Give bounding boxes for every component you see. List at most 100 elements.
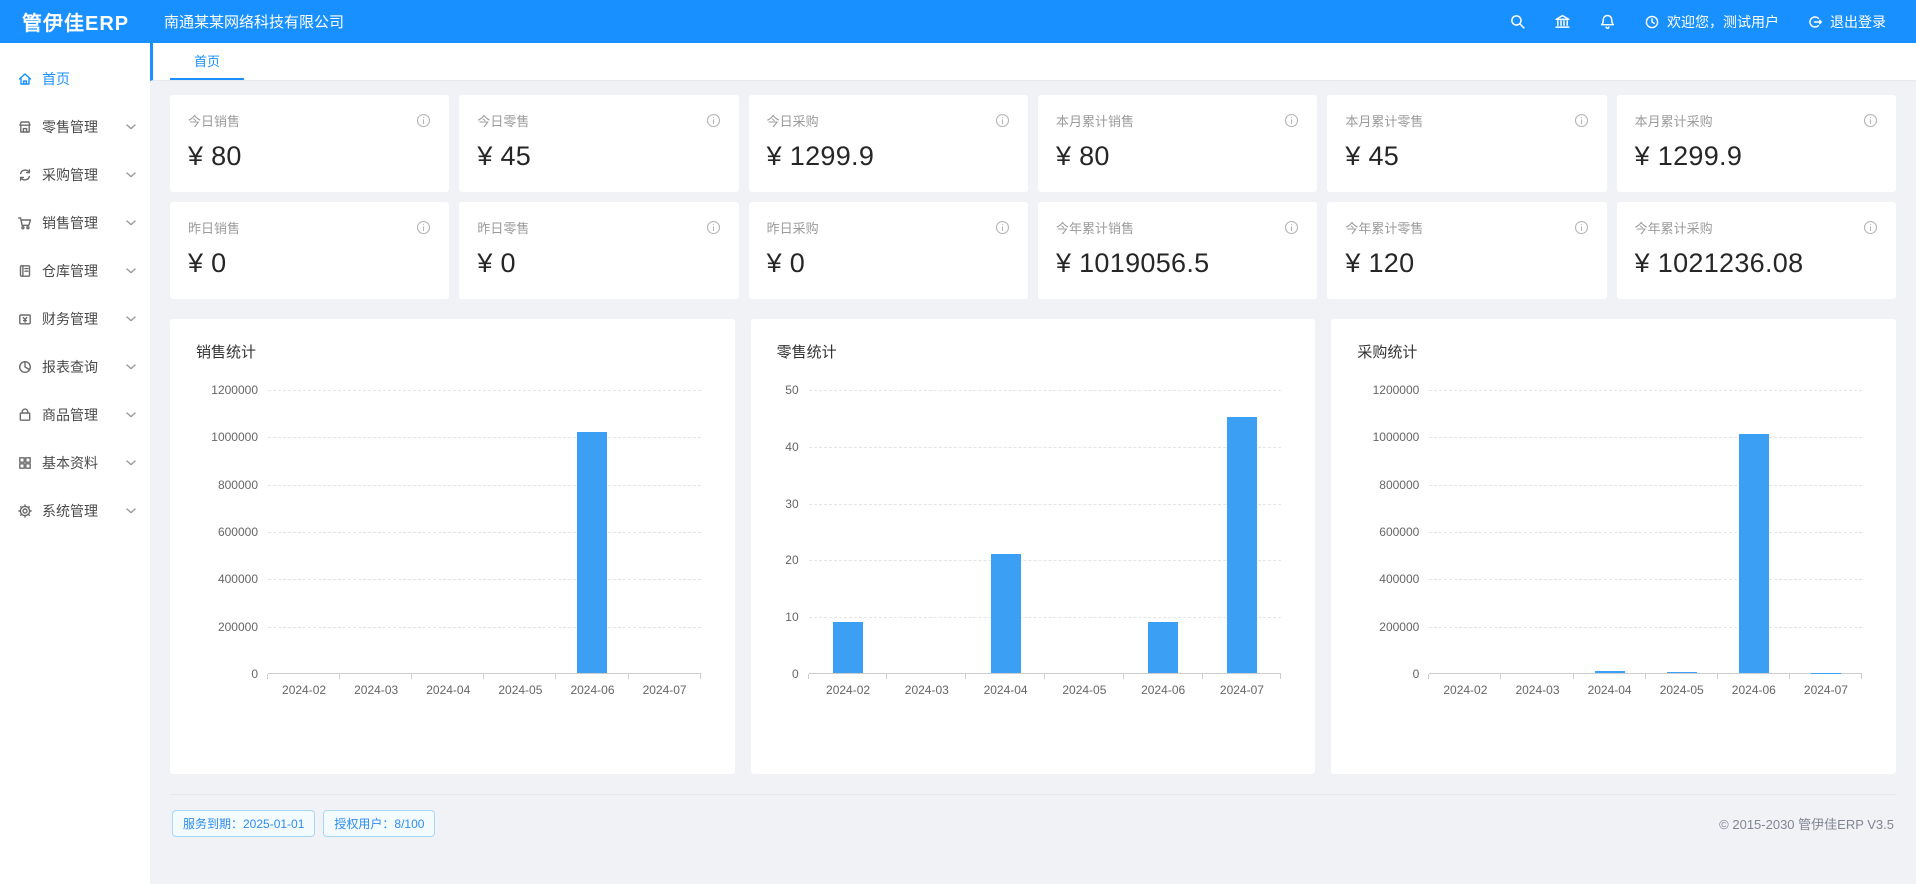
gridline (1429, 485, 1862, 486)
y-axis-tick-label: 0 (777, 666, 799, 682)
x-axis-line (268, 673, 701, 674)
gear-icon (17, 503, 33, 519)
x-axis-label: 2024-03 (882, 683, 972, 697)
stat-value: ¥ 120 (1345, 248, 1588, 279)
stat-label: 今日采购 (767, 111, 819, 130)
bar-2024-05 (1667, 672, 1697, 673)
stat-label: 今日零售 (477, 111, 529, 130)
stat-card-head: 今年累计销售 (1056, 218, 1299, 237)
info-icon[interactable] (995, 113, 1010, 128)
sidebar-item-retail[interactable]: 零售管理 (0, 103, 150, 151)
x-axis-tick (965, 674, 966, 679)
bank-icon[interactable] (1554, 13, 1571, 30)
stat-label: 今年累计销售 (1056, 218, 1134, 237)
x-axis-tick (700, 674, 701, 679)
stat-label: 昨日零售 (477, 218, 529, 237)
sidebar-item-basic[interactable]: 基本资料 (0, 439, 150, 487)
info-icon[interactable] (1863, 113, 1878, 128)
y-axis-tick-label: 800000 (196, 477, 258, 493)
stat-card: 今日销售¥ 80 (170, 95, 449, 192)
x-axis-tick (886, 674, 887, 679)
info-icon[interactable] (706, 220, 721, 235)
stat-card: 今日采购 ¥ 1299.9 (749, 95, 1028, 192)
y-axis-tick-label: 30 (777, 496, 799, 512)
main-area: 首页 今日销售¥ 80今日零售¥ 45今日采购¥ 1299.9本月累计销售¥ 8… (150, 43, 1916, 884)
y-axis-tick-label: 0 (196, 666, 258, 682)
stat-card-head: 今年累计采购 (1635, 218, 1878, 237)
gridline (268, 532, 701, 533)
x-axis-tick (267, 674, 268, 679)
sidebar-item-label: 采购管理 (42, 165, 126, 185)
chevron-down-icon (126, 460, 136, 466)
top-header: 管伊佳ERP 南通某某网络科技有限公司 欢迎您，测试用户 退出登录 (0, 0, 1916, 43)
stat-label: 本月累计采购 (1635, 111, 1713, 130)
info-icon[interactable] (995, 220, 1010, 235)
chart-card-purchase: 采购统计020000040000060000080000010000001200… (1331, 319, 1896, 774)
header-actions: 欢迎您，测试用户 退出登录 (1509, 12, 1916, 32)
x-axis-label: 2024-07 (620, 683, 710, 697)
stat-value: ¥ 45 (1345, 141, 1588, 172)
y-axis-tick-label: 200000 (1357, 619, 1419, 635)
stat-value: ¥ 0 (188, 248, 431, 279)
logout-label: 退出登录 (1830, 12, 1886, 32)
bag-icon (17, 407, 33, 423)
info-icon[interactable] (416, 113, 431, 128)
stat-card-head: 本月累计零售 (1345, 111, 1588, 130)
sidebar-item-system[interactable]: 系统管理 (0, 487, 150, 535)
y-axis-tick-label: 400000 (196, 571, 258, 587)
chart-plot: 0200000400000600000800000100000012000002… (268, 390, 701, 674)
x-axis-tick (411, 674, 412, 679)
gridline (1429, 532, 1862, 533)
info-icon[interactable] (416, 220, 431, 235)
ledger-icon (17, 263, 33, 279)
bar-2024-06 (1739, 434, 1769, 673)
info-icon[interactable] (1574, 220, 1589, 235)
search-icon[interactable] (1509, 13, 1526, 30)
welcome-user[interactable]: 欢迎您，测试用户 (1644, 12, 1779, 32)
logout-button[interactable]: 退出登录 (1807, 12, 1886, 32)
x-axis-tick (339, 674, 340, 679)
info-icon[interactable] (1284, 113, 1299, 128)
bar-2024-07 (1227, 417, 1257, 673)
stat-value: ¥ 0 (477, 248, 720, 279)
tab-home[interactable]: 首页 (170, 43, 244, 80)
stat-card-head: 昨日零售 (477, 218, 720, 237)
gridline (1429, 390, 1862, 391)
sidebar-item-purchase[interactable]: 采购管理 (0, 151, 150, 199)
info-icon[interactable] (1284, 220, 1299, 235)
y-axis-tick-label: 600000 (1357, 524, 1419, 540)
stat-card: 今年累计采购 ¥ 1021236.08 (1617, 202, 1896, 299)
chevron-down-icon (126, 364, 136, 370)
tabbar: 首页 (150, 43, 1916, 81)
stat-value: ¥ 1299.9 (767, 141, 1010, 172)
gridline (1429, 437, 1862, 438)
stat-card-head: 昨日采购 (767, 218, 1010, 237)
bell-icon[interactable] (1599, 13, 1616, 30)
stat-value: ¥ 1021236.08 (1635, 248, 1878, 279)
bar-2024-04 (1595, 671, 1625, 673)
stat-label: 本月累计零售 (1345, 111, 1423, 130)
stat-label: 昨日销售 (188, 218, 240, 237)
info-icon[interactable] (706, 113, 721, 128)
y-axis-tick-label: 800000 (1357, 477, 1419, 493)
y-axis-tick-label: 40 (777, 439, 799, 455)
sidebar-item-home[interactable]: 首页 (0, 55, 150, 103)
stat-card: 本月累计销售¥ 80 (1038, 95, 1317, 192)
stat-card: 今日零售¥ 45 (459, 95, 738, 192)
x-axis-label: 2024-06 (1118, 683, 1208, 697)
gridline (809, 560, 1282, 561)
y-axis-tick-label: 200000 (196, 619, 258, 635)
sidebar-item-warehouse[interactable]: 仓库管理 (0, 247, 150, 295)
sidebar-item-goods[interactable]: 商品管理 (0, 391, 150, 439)
x-axis-tick (1428, 674, 1429, 679)
grid-icon (17, 455, 33, 471)
info-icon[interactable] (1574, 113, 1589, 128)
copyright: © 2015-2030 管伊佳ERP V3.5 (1719, 814, 1894, 833)
gridline (1429, 627, 1862, 628)
sidebar-item-report[interactable]: 报表查询 (0, 343, 150, 391)
sidebar-item-finance[interactable]: 财务管理 (0, 295, 150, 343)
sidebar-item-sales[interactable]: 销售管理 (0, 199, 150, 247)
sidebar-item-label: 报表查询 (42, 357, 126, 377)
sidebar-item-label: 首页 (42, 69, 136, 89)
info-icon[interactable] (1863, 220, 1878, 235)
